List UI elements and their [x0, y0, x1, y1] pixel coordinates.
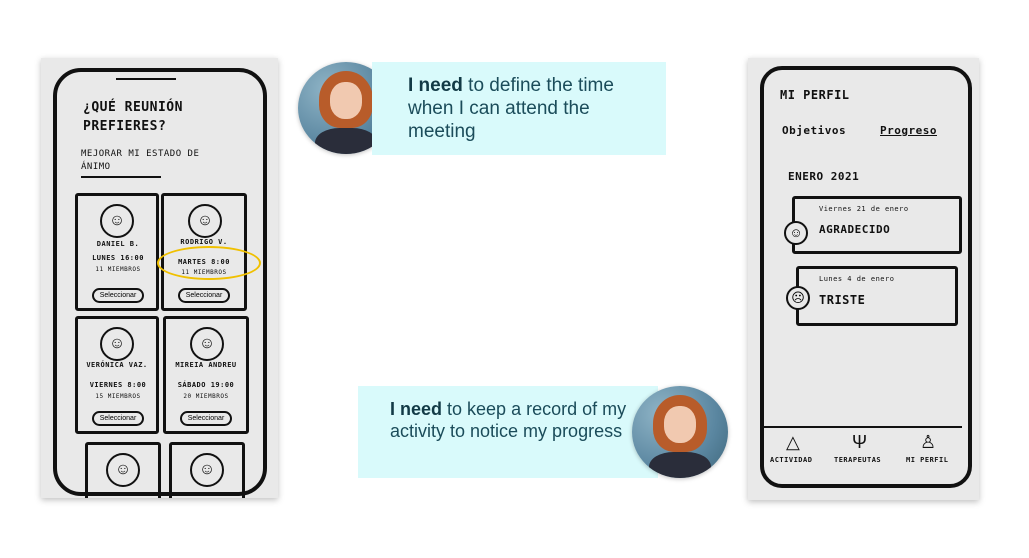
- need-bold: I need: [408, 75, 463, 96]
- speaker-line: [116, 78, 176, 80]
- tab-objetivos[interactable]: Objetivos: [782, 124, 846, 137]
- sketch-subtitle: Mejorar mi estado de ánimo: [81, 149, 200, 172]
- highlight-ring: [157, 246, 261, 280]
- nav-mi-perfil[interactable]: Mi perfil: [906, 456, 948, 464]
- person-icon: ☺: [190, 453, 224, 487]
- card-members: 15 miembros: [95, 393, 141, 400]
- card-name: Daniel B.: [96, 240, 140, 248]
- therapists-icon[interactable]: Ψ: [852, 432, 867, 453]
- card-members: 20 miembros: [183, 393, 229, 400]
- subtitle-underline: [81, 176, 161, 178]
- meeting-card[interactable]: ☺ Verónica Vaz. Viernes 8:00 15 miembros…: [75, 316, 159, 434]
- sketch-title: ¿Qué reunión prefieres?: [83, 100, 183, 134]
- bottom-nav-divider: [762, 426, 962, 428]
- entry-date: Viernes 21 de enero: [819, 205, 909, 213]
- persona-photo: [632, 386, 728, 478]
- need-bubble-bottom: I need to keep a record of my activity t…: [358, 386, 658, 478]
- nav-actividad[interactable]: Actividad: [770, 456, 812, 464]
- card-name: Verónica Vaz.: [86, 361, 148, 369]
- tab-progreso[interactable]: Progreso: [880, 124, 937, 137]
- meeting-card-partial[interactable]: ☺: [85, 442, 161, 498]
- mood-entry[interactable]: Lunes 4 de enero Triste: [796, 266, 958, 326]
- nav-terapeutas[interactable]: Terapeutas: [834, 456, 881, 464]
- select-button[interactable]: Seleccionar: [92, 411, 144, 426]
- profile-title: Mi perfil: [780, 88, 850, 102]
- activity-icon[interactable]: △: [786, 432, 800, 453]
- profile-icon[interactable]: ♙: [920, 432, 936, 453]
- entry-date: Lunes 4 de enero: [819, 275, 895, 283]
- meeting-card-partial[interactable]: ☺: [169, 442, 245, 498]
- person-icon: ☺: [106, 453, 140, 487]
- need-bubble-top: I need to define the time when I can att…: [372, 62, 666, 155]
- card-name: Rodrigo V.: [180, 238, 228, 246]
- card-members: 11 miembros: [95, 266, 141, 273]
- happy-face-icon: ☺: [784, 221, 808, 245]
- left-paper-sketch: ¿Qué reunión prefieres? Mejorar mi estad…: [41, 58, 278, 498]
- right-paper-sketch: Mi perfil Objetivos Progreso Enero 2021 …: [748, 58, 979, 500]
- select-button[interactable]: Seleccionar: [180, 411, 232, 426]
- card-schedule: Lunes 16:00: [92, 254, 144, 262]
- entry-mood: Agradecido: [819, 223, 891, 236]
- mood-entry[interactable]: Viernes 21 de enero Agradecido: [792, 196, 962, 254]
- person-icon: ☺: [190, 327, 224, 361]
- month-label: Enero 2021: [788, 170, 860, 183]
- meeting-card[interactable]: ☺ Mireia Andreu Sábado 19:00 20 miembros…: [163, 316, 249, 434]
- card-schedule: Viernes 8:00: [89, 381, 147, 389]
- select-button[interactable]: Seleccionar: [92, 288, 144, 303]
- entry-mood: Triste: [819, 293, 866, 307]
- person-icon: ☺: [100, 327, 134, 361]
- meeting-card[interactable]: ☺ Daniel B. Lunes 16:00 11 miembros Sele…: [75, 193, 159, 311]
- person-icon: ☺: [188, 204, 222, 238]
- select-button[interactable]: Seleccionar: [178, 288, 230, 303]
- card-name: Mireia Andreu: [175, 361, 237, 369]
- sad-face-icon: ☹: [786, 286, 810, 310]
- need-bold: I need: [390, 399, 443, 419]
- person-icon: ☺: [100, 204, 134, 238]
- card-schedule: Sábado 19:00: [177, 381, 235, 389]
